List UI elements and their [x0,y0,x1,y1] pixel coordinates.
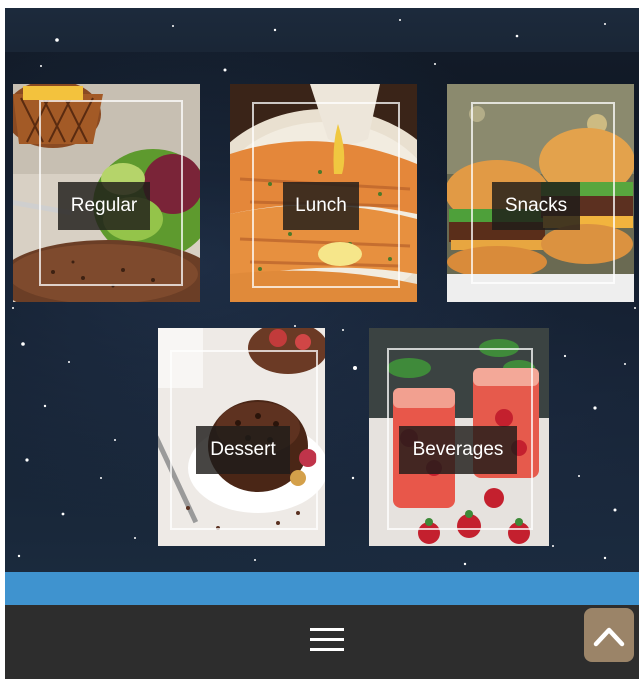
hamburger-menu-icon[interactable] [310,628,344,654]
scroll-to-top-button[interactable] [584,608,634,662]
category-label: Dessert [196,426,290,474]
category-tile-beverages[interactable]: Beverages [369,328,549,546]
category-label: Beverages [399,426,517,474]
accent-bar [5,572,639,605]
chevron-up-icon [593,627,625,647]
category-label: Regular [58,182,150,230]
category-tile-lunch[interactable]: Lunch [230,84,417,302]
page-frame: Regular Lunch Snacks Dessert Beverages [5,8,639,679]
category-label: Lunch [283,182,359,230]
category-label: Snacks [492,182,580,230]
menu-line [310,648,344,651]
category-tile-dessert[interactable]: Dessert [158,328,325,546]
menu-line [310,628,344,631]
category-tile-regular[interactable]: Regular [13,84,200,302]
menu-line [310,638,344,641]
category-tile-snacks[interactable]: Snacks [447,84,634,302]
